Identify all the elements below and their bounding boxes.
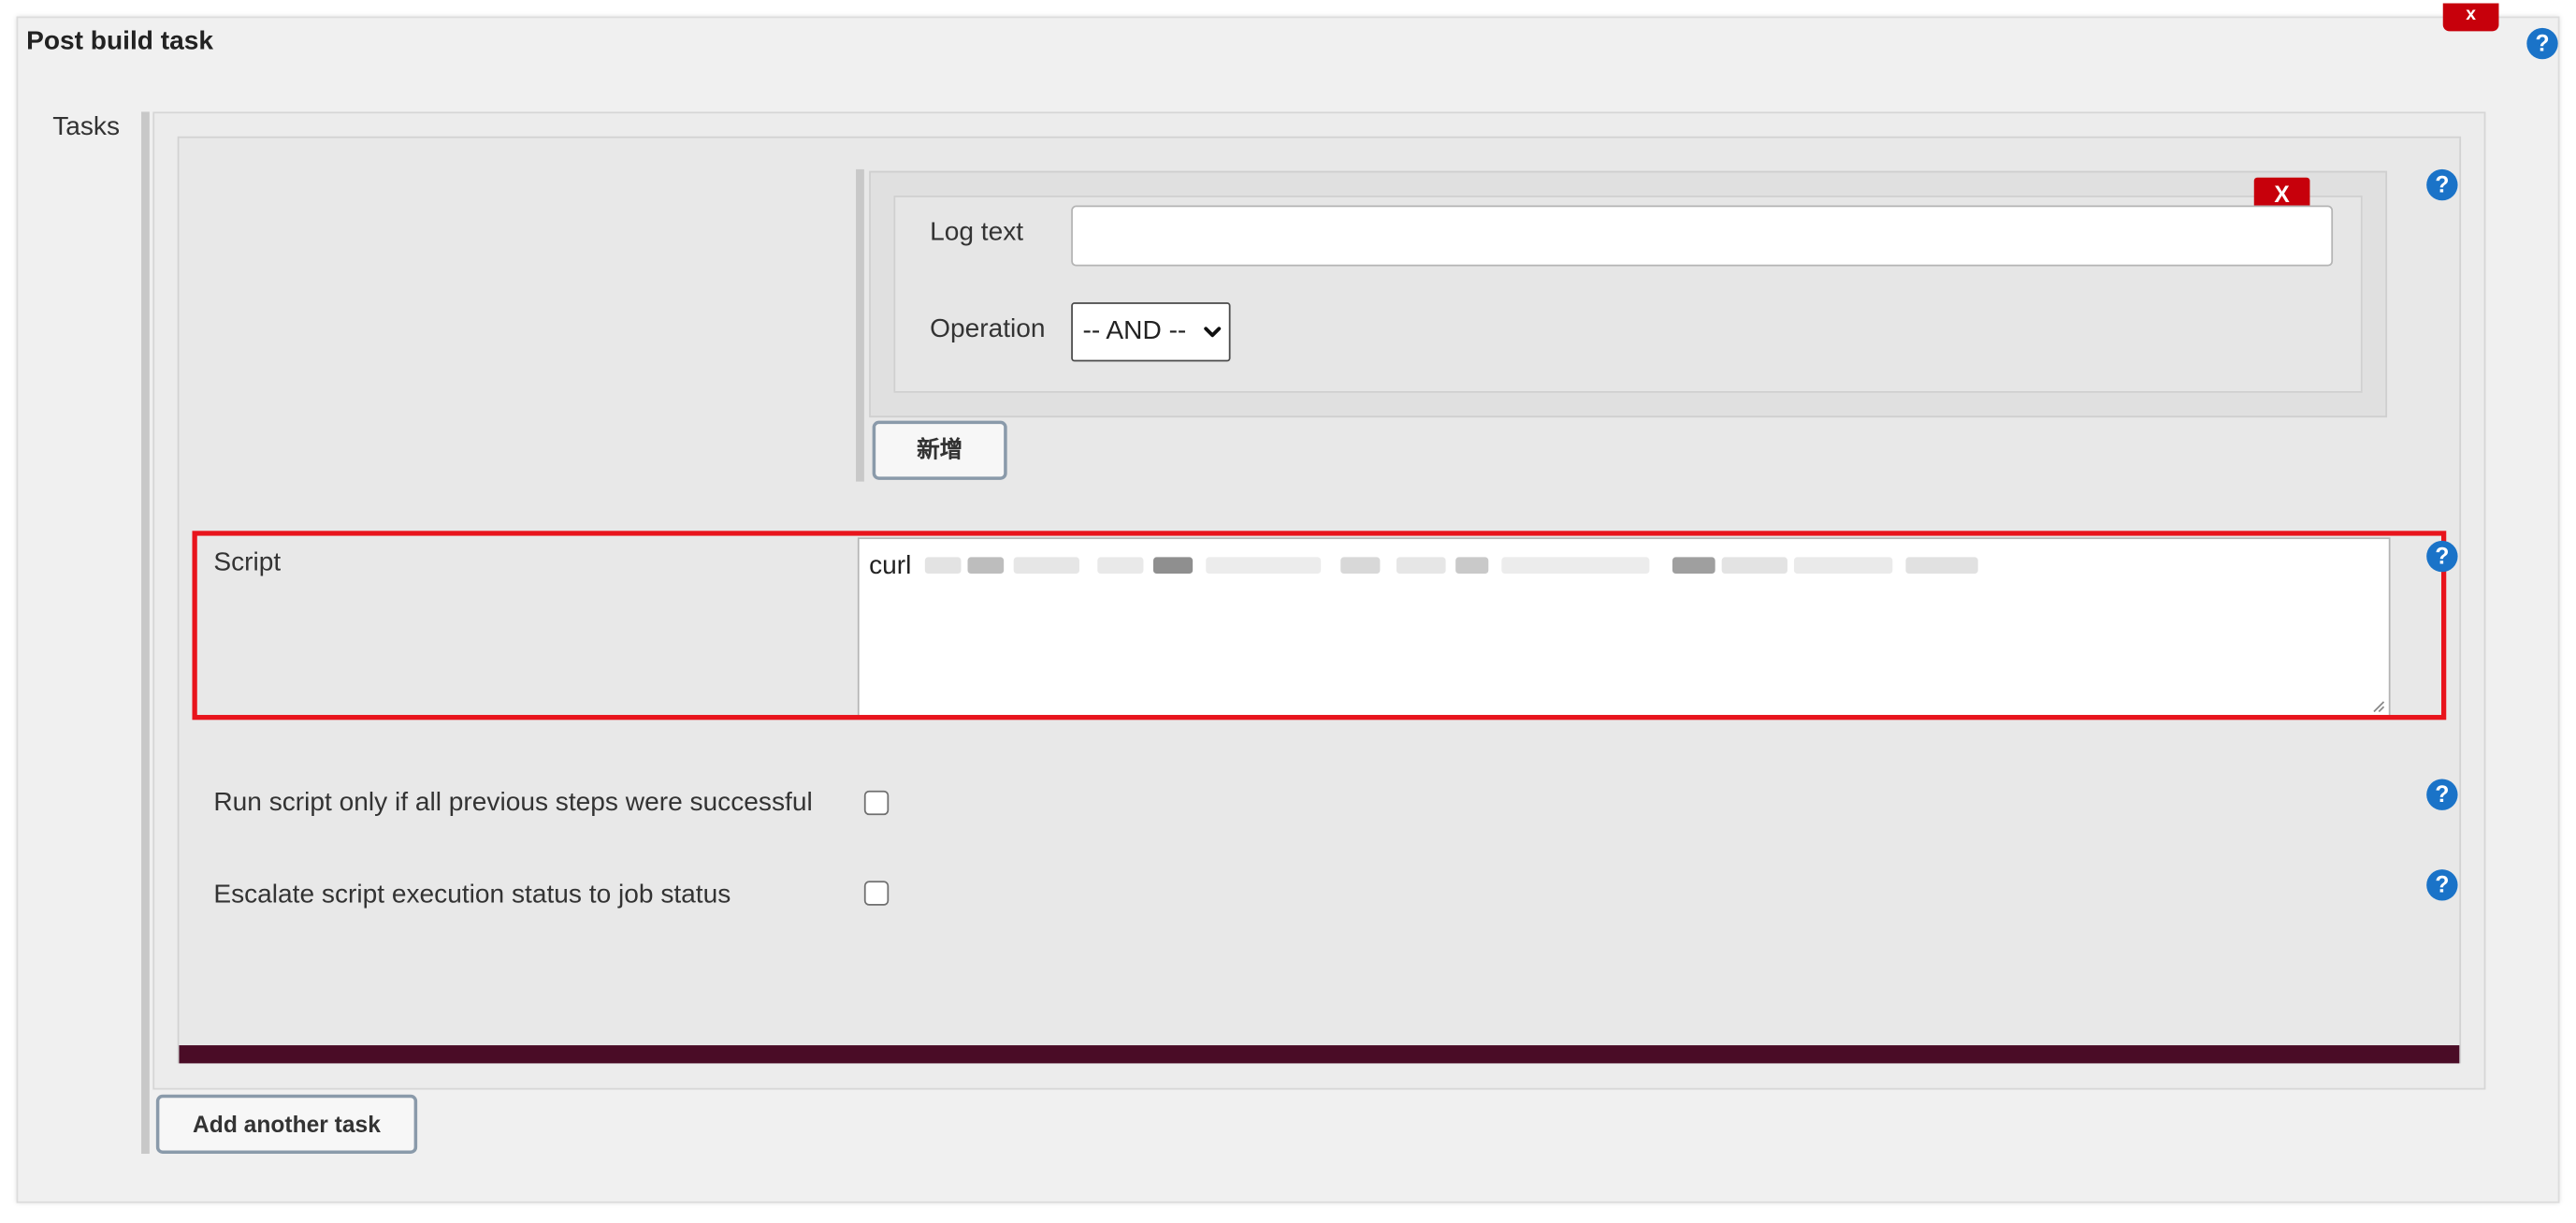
log-text-help-icon[interactable]: ?: [2426, 168, 2458, 201]
section-help-icon[interactable]: ?: [2526, 27, 2558, 60]
tasks-label: Tasks: [52, 113, 121, 142]
add-another-task-button[interactable]: Add another task: [155, 1094, 418, 1154]
remove-section-button[interactable]: x: [2442, 3, 2499, 32]
operation-selected-value: -- AND --: [1082, 316, 1187, 345]
operation-label: Operation: [930, 315, 1046, 344]
section-title: Post build task: [26, 27, 213, 56]
script-highlight-box: [192, 531, 2447, 721]
run-if-success-help-icon[interactable]: ?: [2426, 779, 2458, 810]
run-if-success-checkbox[interactable]: [863, 790, 890, 816]
operation-select[interactable]: -- AND --: [1071, 302, 1231, 362]
escalate-status-checkbox[interactable]: [863, 881, 890, 906]
escalate-status-help-icon[interactable]: ?: [2426, 869, 2458, 901]
script-help-icon[interactable]: ?: [2426, 540, 2458, 573]
task-footer-bar: [179, 1045, 2460, 1064]
add-log-criteria-button[interactable]: 新增: [872, 420, 1007, 480]
chevron-down-icon: [1204, 327, 1222, 338]
log-criteria-drag-handle[interactable]: [856, 168, 864, 482]
tasks-drag-handle[interactable]: [141, 111, 150, 1154]
run-if-success-label: Run script only if all previous steps we…: [213, 789, 813, 817]
log-text-input[interactable]: [1071, 205, 2334, 267]
escalate-status-label: Escalate script execution status to job …: [213, 881, 731, 910]
log-text-label: Log text: [930, 218, 1024, 247]
